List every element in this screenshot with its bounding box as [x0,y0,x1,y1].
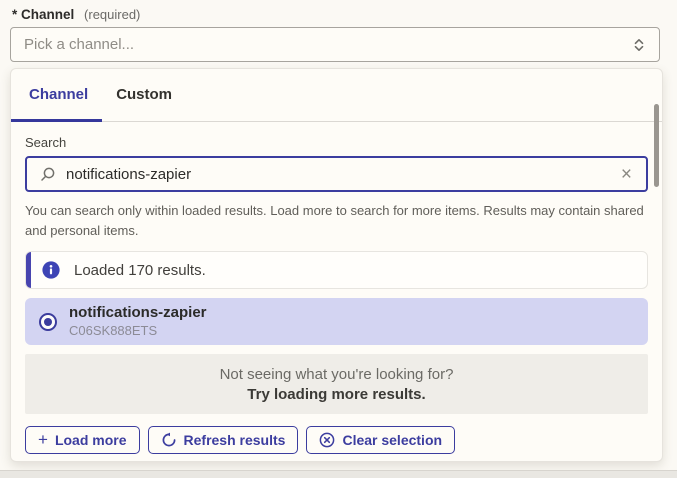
page-bottom-strip [0,470,677,478]
tab-custom[interactable]: Custom [102,69,186,122]
search-input-box[interactable]: × [25,156,648,192]
clear-selection-button[interactable]: Clear selection [306,426,455,454]
clear-search-icon[interactable]: × [619,165,634,184]
search-input[interactable] [66,166,609,183]
load-more-label: Load more [55,432,127,448]
tab-channel[interactable]: Channel [11,69,102,122]
loaded-results-alert: Loaded 170 results. [25,251,648,289]
load-more-hint: Not seeing what you're looking for? Try … [25,354,648,414]
tabbar: Channel Custom [11,69,662,122]
refresh-results-label: Refresh results [184,432,286,448]
refresh-results-button[interactable]: Refresh results [148,426,299,454]
field-label-text: * Channel [12,7,74,22]
channel-option-title: notifications-zapier [69,304,207,321]
x-circle-icon [319,432,335,448]
channel-field-screen: * Channel (required) Pick a channel... C… [0,0,677,478]
channel-select[interactable]: Pick a channel... [10,27,660,62]
channel-picker-dropdown: Channel Custom Search × You can search o… [10,68,663,462]
info-icon [42,261,60,279]
load-more-hint-line2: Try loading more results. [247,386,425,403]
field-label: * Channel (required) [12,7,140,22]
field-required-hint: (required) [84,7,140,22]
dropdown-scrollbar[interactable] [654,104,659,187]
alert-text: Loaded 170 results. [74,262,206,279]
plus-icon: + [38,431,48,448]
channel-select-placeholder: Pick a channel... [24,36,631,53]
search-label: Search [25,135,648,150]
alert-accent-bar [26,252,31,288]
load-more-button[interactable]: + Load more [25,426,140,454]
search-icon [39,166,56,183]
refresh-icon [161,432,177,448]
action-buttons: + Load more Refresh results [25,426,648,454]
radio-selected-icon[interactable] [39,313,57,331]
search-helper-text: You can search only within loaded result… [25,201,648,240]
dropdown-content: Search × You can search only within load… [11,135,662,454]
select-updown-chevron-icon [631,37,647,53]
channel-option-text: notifications-zapier C06SK888ETS [69,304,207,338]
channel-option-notifications-zapier[interactable]: notifications-zapier C06SK888ETS [25,298,648,345]
load-more-hint-line1: Not seeing what you're looking for? [220,366,454,383]
channel-option-id: C06SK888ETS [69,324,207,339]
radio-dot [44,318,52,326]
clear-selection-label: Clear selection [342,432,442,448]
